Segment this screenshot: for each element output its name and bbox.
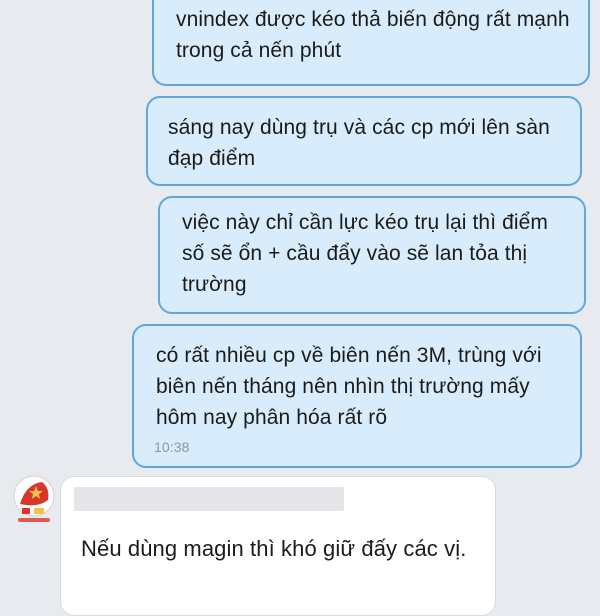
message-text: việc này chỉ cần lực kéo trụ lại thì điể… bbox=[182, 211, 548, 296]
message-bubble-outgoing[interactable]: việc này chỉ cần lực kéo trụ lại thì điể… bbox=[158, 196, 586, 314]
chat-area: vnindex được kéo thả biến động rất mạnh … bbox=[0, 0, 600, 616]
message-timestamp: 10:38 bbox=[154, 439, 190, 455]
avatar-flag-icon[interactable] bbox=[12, 474, 56, 534]
message-bubble-outgoing[interactable]: có rất nhiều cp về biên nến 3M, trùng vớ… bbox=[132, 324, 582, 468]
avatar-graphic bbox=[13, 475, 55, 522]
message-bubble-outgoing[interactable]: sáng nay dùng trụ và các cp mới lên sàn … bbox=[146, 96, 582, 186]
message-text: có rất nhiều cp về biên nến 3M, trùng vớ… bbox=[156, 344, 542, 429]
message-text: vnindex được kéo thả biến động rất mạnh … bbox=[176, 8, 570, 62]
sender-name-redacted bbox=[74, 487, 344, 511]
message-text: sáng nay dùng trụ và các cp mới lên sàn … bbox=[168, 116, 550, 170]
message-bubble-outgoing[interactable]: vnindex được kéo thả biến động rất mạnh … bbox=[152, 0, 590, 86]
message-text: Nếu dùng magin thì khó giữ đấy các vị. bbox=[81, 536, 467, 561]
